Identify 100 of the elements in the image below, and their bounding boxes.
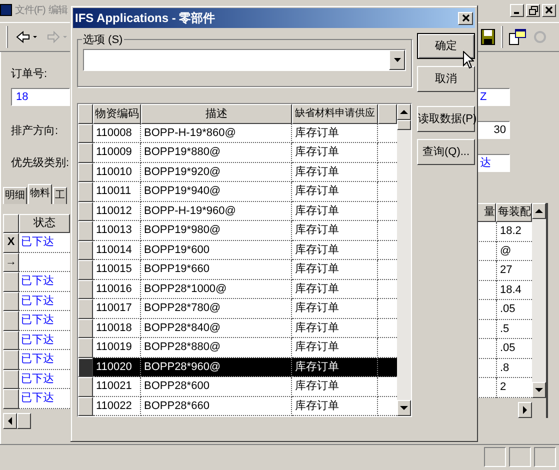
table-cell: .05 [496,339,532,358]
row-header[interactable] [78,280,93,300]
scroll-up-button[interactable] [532,203,546,219]
row-header[interactable] [78,338,93,358]
table-row[interactable]: 110016 BOPP28*1000@ 库存订单 [78,280,397,300]
right-arrow-icon [523,406,527,414]
table-cell: 110022 [93,396,141,416]
table-row[interactable]: 110012 BOPP-H-19*960@ 库存订单 [78,202,397,222]
table-cell: BOPP28*660 [141,396,292,416]
row-header[interactable] [78,358,93,378]
row-header[interactable] [78,202,93,222]
row-header[interactable] [78,124,93,144]
field-label: 订单号: [11,67,48,82]
close-icon [462,14,470,22]
table-cell: .5 [496,320,532,339]
dialog-button[interactable]: 确定 [417,33,475,59]
input-field[interactable]: Z [476,88,510,106]
scrollbar[interactable] [532,203,546,398]
left-arrow-icon [8,416,12,424]
row-indicator [3,292,19,311]
up-arrow-icon [400,110,408,114]
table-cell: 已下达 [19,233,70,252]
scroll-down-button[interactable] [532,382,546,398]
table-cell: 已下达 [19,292,70,311]
table-row[interactable]: 110022 BOPP28*660 库存订单 [78,396,397,416]
row-indicator [3,272,19,292]
column-header[interactable]: 缺省材料申请供应 [292,104,378,124]
row-header[interactable] [78,182,93,202]
tab[interactable]: 物料 [28,184,52,204]
table-row[interactable]: 110019 BOPP28*880@ 库存订单 [78,338,397,358]
save-icon[interactable] [481,29,495,45]
row-header [78,104,93,124]
table-row[interactable]: 110014 BOPP19*600 库存订单 [78,240,397,260]
table-cell: 已下达 [19,272,70,292]
field-label: 优先级类别: [11,156,70,171]
table-cell: @ [496,242,532,261]
table-row[interactable]: 110010 BOPP19*920@ 库存订单 [78,162,397,182]
column-header[interactable] [378,104,397,124]
scroll-thumb[interactable] [397,120,411,130]
table-row[interactable]: 110008 BOPP-H-19*860@ 库存订单 [78,124,397,144]
table-cell: 18.4 [496,280,532,300]
table-cell: 27 [496,261,532,280]
column-header[interactable]: 物资编码 [93,104,141,124]
input-field[interactable]: 达 [476,154,510,172]
windows-icon[interactable] [509,29,527,45]
row-header[interactable] [78,162,93,182]
back-icon[interactable] [16,30,38,44]
scroll-down-button[interactable] [397,400,411,416]
row-indicator [3,389,19,408]
status-panel [509,447,531,467]
table-row[interactable]: 110021 BOPP28*600 库存订单 [78,377,397,397]
row-header[interactable] [78,143,93,163]
table-row[interactable]: 110018 BOPP28*840@ 库存订单 [78,318,397,338]
table-row[interactable]: 110011 BOPP19*940@ 库存订单 [78,182,397,202]
row-header[interactable] [78,260,93,280]
row-indicator: → [3,252,19,272]
table-row[interactable]: 110020 BOPP28*960@ 库存订单 [78,358,397,378]
row-header[interactable] [78,299,93,319]
row-indicator [3,370,19,389]
input-field[interactable]: 30 [476,121,510,139]
table-row[interactable]: 110009 BOPP19*880@ 库存订单 [78,143,397,163]
scrollbar[interactable] [397,104,411,416]
column-header: 状态 [19,214,70,233]
tab[interactable]: 工 [53,187,67,204]
minimize-button[interactable] [510,4,524,16]
table-cell: 已下达 [19,370,70,389]
row-header[interactable] [78,318,93,338]
dialog-button[interactable]: 取消 [417,66,475,92]
restore-button[interactable] [526,4,540,16]
order-number-field[interactable]: 18 [11,88,70,106]
table-cell: 已下达 [19,389,70,408]
row-header[interactable] [78,377,93,397]
status-panel [534,447,556,467]
table-cell: 已下达 [19,330,70,350]
table-row[interactable]: 110017 BOPP28*780@ 库存订单 [78,299,397,319]
close-button[interactable] [458,12,473,24]
dialog-button[interactable]: 查询(Q)... [417,139,475,165]
scroll-right-button[interactable] [518,402,532,418]
table-cell [476,222,496,242]
column-header[interactable]: 描述 [141,104,292,124]
restore-icon [528,6,538,14]
dropdown-button[interactable] [389,50,405,70]
caret-icon [394,58,400,62]
scroll-up-button[interactable] [397,104,411,120]
row-header[interactable] [78,396,93,416]
table-cell: 已下达 [19,350,70,370]
tab[interactable]: 明细 [3,187,27,204]
column-header: 每装配 [496,203,532,222]
table-cell: .05 [496,300,532,320]
close-button[interactable] [542,4,556,16]
scroll-thumb[interactable] [17,412,31,428]
table-cell: .8 [496,358,532,378]
table-row[interactable]: 110013 BOPP19*980@ 库存订单 [78,221,397,241]
row-header[interactable] [78,221,93,241]
table-row[interactable]: 110015 BOPP19*660 库存订单 [78,260,397,280]
options-dropdown[interactable] [83,49,406,71]
row-header[interactable] [78,240,93,260]
scroll-left-button[interactable] [3,412,17,428]
down-arrow-icon [535,388,543,392]
group-label: 选项 (S) [82,32,124,48]
